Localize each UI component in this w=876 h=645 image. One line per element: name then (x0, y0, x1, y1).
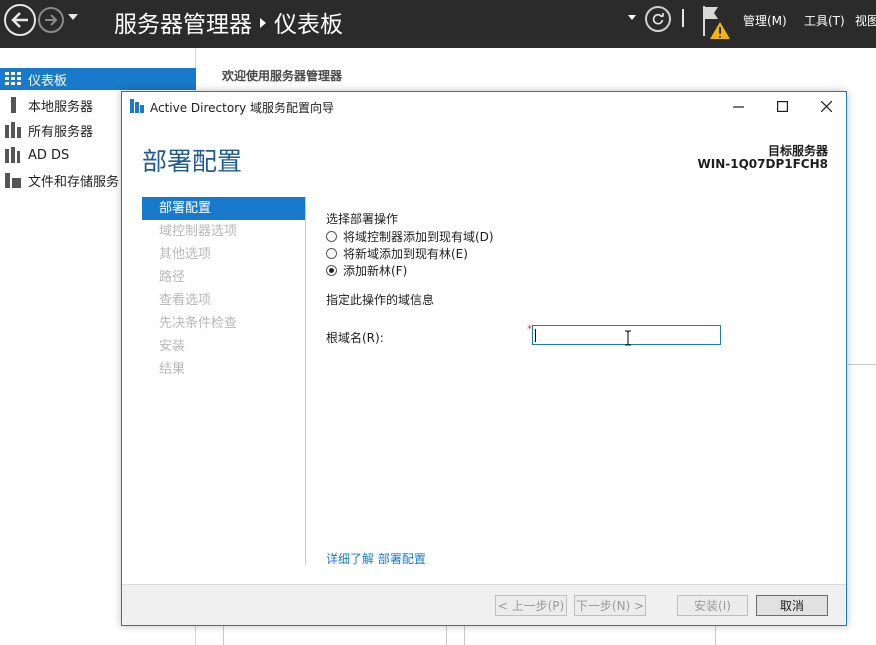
refresh-icon (652, 13, 664, 25)
sidebar-item-dashboard[interactable]: 仪表板 (0, 68, 196, 90)
menu-manage[interactable]: 管理(M) (743, 12, 787, 29)
option-label: 添加新林(F) (343, 264, 408, 278)
sidebar-item-label: AD DS (28, 147, 70, 163)
background-tile-border (715, 626, 716, 645)
learn-more-link[interactable]: 详细了解 部署配置 (326, 550, 426, 567)
step-deployment-config[interactable]: 部署配置 (142, 197, 305, 220)
maximize-icon (776, 100, 788, 112)
back-arrow-icon (11, 12, 28, 28)
radio-button[interactable] (326, 231, 337, 242)
history-dropdown-icon[interactable] (68, 14, 78, 20)
menu-tools[interactable]: 工具(T) (804, 12, 845, 29)
ad-ds-wizard-icon (130, 99, 144, 113)
sidebar-item-label: 本地服务器 (28, 99, 94, 115)
refresh-button[interactable] (645, 6, 671, 32)
background-tile-border (464, 626, 465, 645)
root-domain-label: 根域名(R): (326, 331, 384, 345)
previous-button[interactable]: < 上一步(P) (495, 595, 567, 616)
toolbar-divider (682, 9, 684, 27)
notifications-flag-button[interactable] (700, 4, 734, 40)
install-button[interactable]: 安装(I) (677, 595, 748, 616)
option-label: 将域控制器添加到现有域(D) (343, 230, 494, 244)
warning-flag-icon (703, 6, 730, 39)
ibeam-cursor-icon (625, 330, 631, 346)
text-caret (535, 329, 536, 342)
background-tile-border (223, 626, 224, 645)
dialog-title: Active Directory 域服务配置向导 (150, 101, 335, 115)
breadcrumb-dropdown-icon[interactable] (628, 15, 636, 20)
close-button[interactable] (804, 92, 848, 120)
dashboard-grid-icon (4, 71, 22, 87)
domain-info-label: 指定此操作的域信息 (326, 293, 435, 307)
deployment-operation-label: 选择部署操作 (326, 212, 399, 226)
step-prerequisites-check: 先决条件检查 (159, 316, 238, 331)
server-icon (4, 97, 22, 113)
forward-arrow-icon (45, 14, 58, 26)
wizard-steps-nav: 部署配置 域控制器选项 其他选项 路径 查看选项 先决条件检查 安装 结果 (142, 197, 305, 381)
sidebar-item-label: 文件和存储服务 (28, 174, 120, 190)
welcome-heading: 欢迎使用服务器管理器 (222, 69, 343, 83)
step-dc-options: 域控制器选项 (159, 224, 238, 239)
option-add-domain-existing-forest[interactable]: 将新域添加到现有林(E) (326, 245, 826, 262)
breadcrumb: 服务器管理器 仪表板 (114, 5, 343, 39)
dialog-footer: < 上一步(P) 下一步(N) > 安装(I) 取消 (122, 584, 846, 625)
breadcrumb-root: 服务器管理器 (114, 12, 252, 38)
servers-icon (4, 122, 22, 138)
step-review-options: 查看选项 (159, 293, 212, 308)
maximize-button[interactable] (760, 92, 804, 120)
next-button[interactable]: 下一步(N) > (574, 595, 646, 616)
target-server-name: WIN-1Q07DP1FCH8 (697, 157, 828, 171)
option-add-dc-existing-domain[interactable]: 将域控制器添加到现有域(D) (326, 228, 826, 245)
steps-divider (305, 197, 306, 565)
menu-view[interactable]: 视图 (855, 12, 876, 29)
ad-ds-icon (4, 147, 22, 163)
background-tile-border (446, 626, 447, 645)
radio-button[interactable] (326, 248, 337, 259)
storage-icon (4, 172, 22, 188)
step-additional-options: 其他选项 (159, 247, 212, 262)
ad-ds-config-wizard-dialog: Active Directory 域服务配置向导 部署配置 目标服务器 WIN-… (121, 91, 847, 626)
step-results: 结果 (159, 362, 186, 377)
step-paths: 路径 (159, 270, 186, 285)
radio-selected-dot (329, 268, 334, 273)
background-tile-border (848, 364, 876, 365)
back-button[interactable] (4, 4, 36, 36)
close-icon (820, 100, 832, 112)
option-add-new-forest[interactable]: 添加新林(F) (326, 262, 826, 279)
cancel-button[interactable]: 取消 (756, 595, 828, 616)
breadcrumb-page: 仪表板 (274, 12, 343, 38)
radio-button-selected[interactable] (326, 265, 337, 276)
dialog-titlebar[interactable]: Active Directory 域服务配置向导 (122, 92, 846, 120)
minimize-icon (732, 105, 744, 108)
forward-button[interactable] (38, 7, 64, 33)
option-label: 将新域添加到现有林(E) (343, 247, 468, 261)
breadcrumb-separator-icon (260, 18, 266, 28)
step-installation: 安装 (159, 339, 186, 354)
sidebar-item-label: 所有服务器 (28, 124, 94, 140)
deployment-options: 选择部署操作 将域控制器添加到现有域(D) 将新域添加到现有林(E) 添加新林(… (326, 210, 826, 308)
sidebar-item-label: 仪表板 (28, 73, 68, 89)
server-manager-topbar: 服务器管理器 仪表板 管理(M) 工具(T) 视图 (0, 0, 876, 48)
page-title: 部署配置 (142, 147, 243, 176)
minimize-button[interactable] (716, 92, 760, 120)
